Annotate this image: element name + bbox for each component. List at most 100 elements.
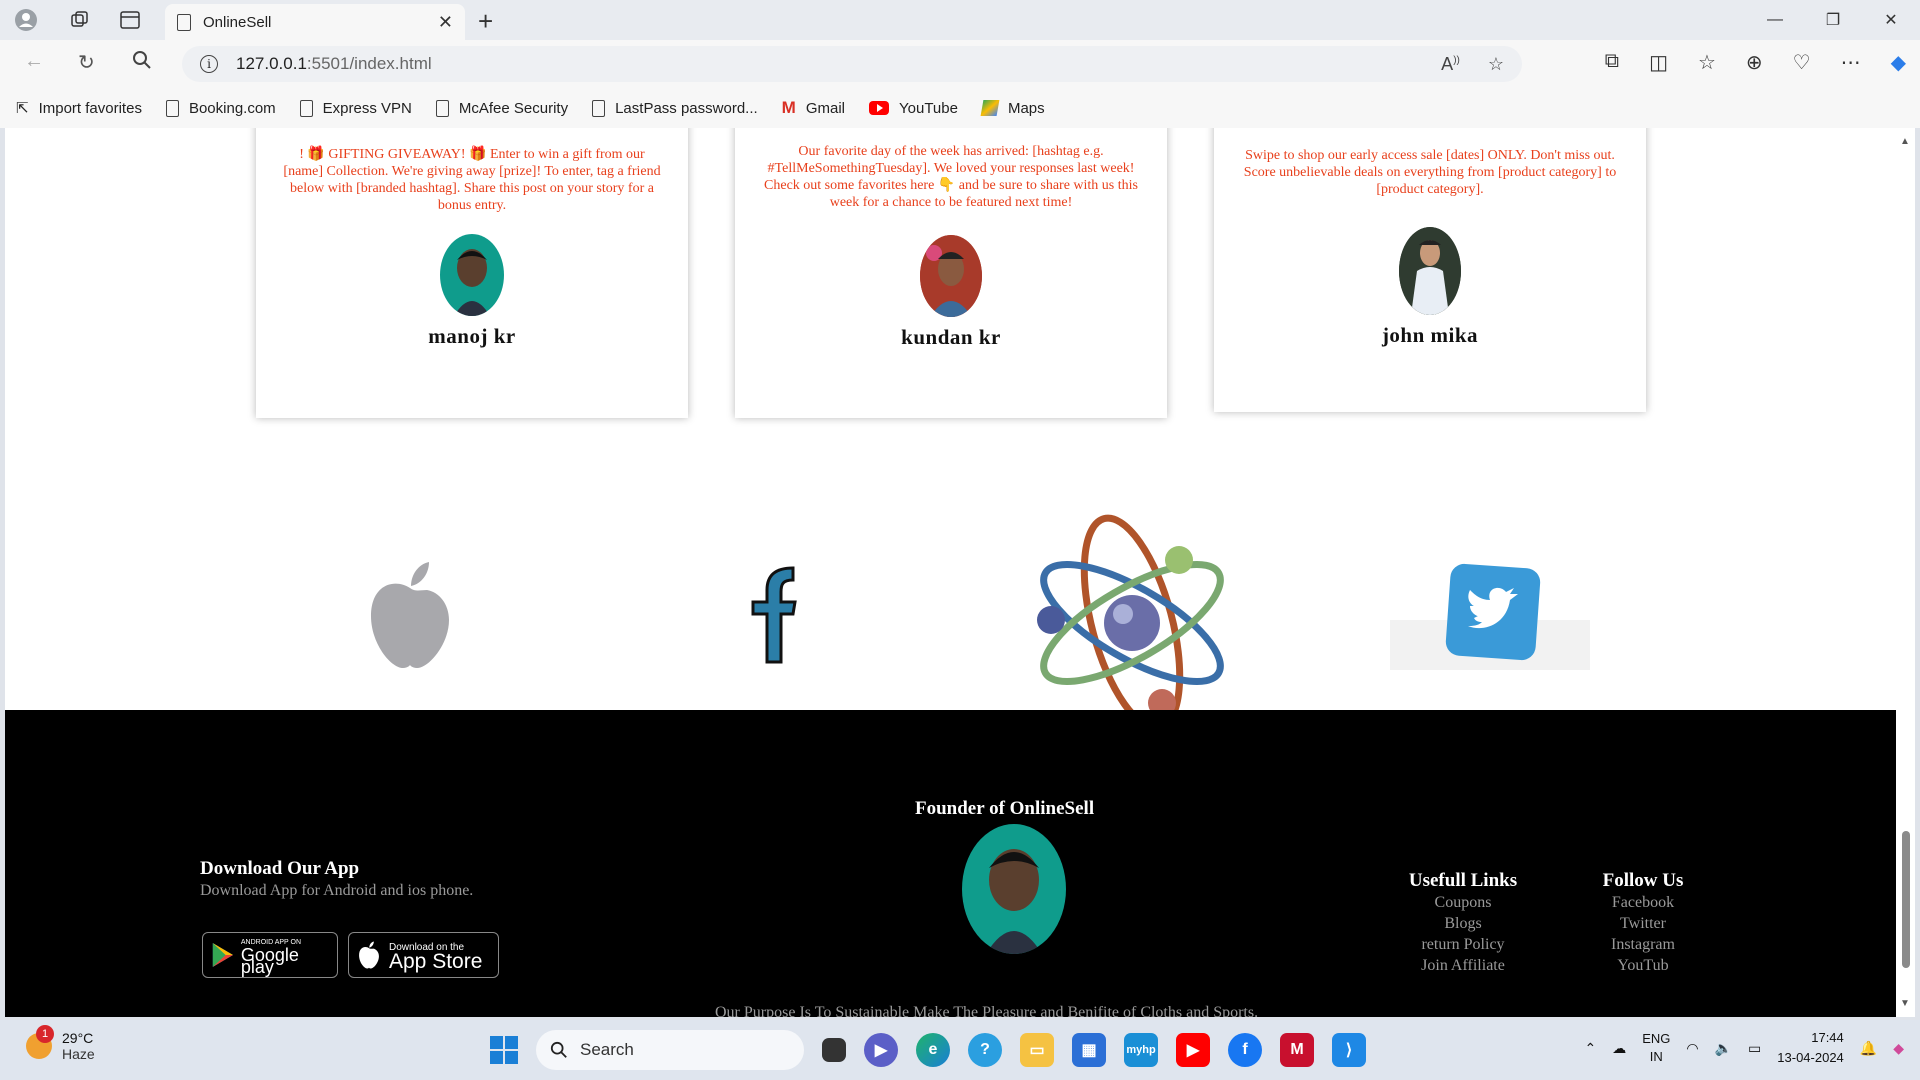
- mcafee-icon[interactable]: M: [1280, 1033, 1314, 1067]
- fav-label: Maps: [1007, 99, 1045, 117]
- chevron-up-icon[interactable]: ⌃: [1584, 1040, 1596, 1057]
- copilot-tray-icon[interactable]: ◆: [1893, 1040, 1904, 1057]
- page-viewport[interactable]: ! 🎁 GIFTING GIVEAWAY! 🎁 Enter to win a g…: [5, 128, 1896, 1017]
- url-host: 127.0.0.1: [236, 54, 307, 73]
- lang-top: ENG: [1642, 1031, 1671, 1046]
- link-twitter[interactable]: Twitter: [1588, 913, 1698, 934]
- avatar: [920, 235, 982, 317]
- fav-mcafee[interactable]: McAfee Security: [435, 99, 569, 117]
- page-scrollbar[interactable]: ▲ ▼: [1896, 128, 1915, 1017]
- link-youtube[interactable]: YouTub: [1588, 955, 1698, 976]
- partner-logos: [5, 468, 1896, 732]
- favorite-star-icon[interactable]: ☆: [1488, 54, 1504, 75]
- app-store-button[interactable]: Download on the App Store: [348, 932, 499, 978]
- link-facebook[interactable]: Facebook: [1588, 892, 1698, 913]
- clock[interactable]: 17:44 13-04-2024: [1777, 1028, 1844, 1068]
- facebook-app-icon[interactable]: f: [1228, 1033, 1262, 1067]
- twitter-logo-icon[interactable]: [1390, 560, 1590, 670]
- fav-label: Booking.com: [188, 99, 276, 117]
- language-indicator[interactable]: ENG IN: [1642, 1030, 1670, 1066]
- address-bar-row: ← ↻ i 127.0.0.1 :5501/index.html A)) ☆ ⧉…: [0, 40, 1920, 88]
- copilot-icon[interactable]: ◆: [1891, 50, 1906, 75]
- profile-icon[interactable]: [6, 0, 46, 40]
- apple-icon: [359, 941, 379, 969]
- close-window-icon[interactable]: ✕: [1862, 0, 1920, 40]
- close-tab-icon[interactable]: ✕: [438, 12, 453, 33]
- fav-youtube[interactable]: YouTube: [869, 100, 958, 117]
- link-return-policy[interactable]: return Policy: [1398, 934, 1528, 955]
- read-aloud-icon[interactable]: A)): [1441, 54, 1460, 75]
- browser-essentials-icon[interactable]: ♡: [1793, 50, 1811, 75]
- file-explorer-icon[interactable]: ▭: [1020, 1033, 1054, 1067]
- fav-maps[interactable]: Maps: [980, 99, 1045, 117]
- link-instagram[interactable]: Instagram: [1588, 934, 1698, 955]
- tab-onlinesell[interactable]: OnlineSell ✕: [165, 4, 465, 40]
- restore-icon[interactable]: ❐: [1804, 0, 1862, 40]
- start-icon[interactable]: [490, 1036, 518, 1064]
- split-screen-icon[interactable]: ◫: [1649, 50, 1668, 75]
- useful-links: Usefull Links Coupons Blogs return Polic…: [1398, 870, 1528, 976]
- site-info-icon[interactable]: i: [200, 55, 218, 73]
- gmail-icon: M: [781, 98, 796, 117]
- minimize-icon[interactable]: —: [1746, 0, 1804, 40]
- favorites-icon[interactable]: ☆: [1698, 50, 1716, 75]
- founder-avatar: [962, 824, 1066, 954]
- youtube-app-icon[interactable]: ▶: [1176, 1033, 1210, 1067]
- atom-logo-icon[interactable]: [1027, 508, 1237, 738]
- search-icon[interactable]: [132, 50, 152, 76]
- fav-label: McAfee Security: [458, 99, 569, 117]
- link-blogs[interactable]: Blogs: [1398, 913, 1528, 934]
- windows-taskbar: 1 29°C Haze Search ▶ e ? ▭ ▦ myhp ▶ f M …: [0, 1020, 1920, 1080]
- scroll-up-icon[interactable]: ▲: [1900, 136, 1910, 147]
- app-subtext: Download App for Android and ios phone.: [200, 882, 474, 899]
- myhp-icon[interactable]: myhp: [1124, 1033, 1158, 1067]
- weather-icon: 1: [26, 1025, 54, 1059]
- link-coupons[interactable]: Coupons: [1398, 892, 1528, 913]
- scroll-thumb[interactable]: [1902, 831, 1910, 968]
- store-icon[interactable]: ▦: [1072, 1033, 1106, 1067]
- fav-import[interactable]: ⇱ Import favorites: [16, 99, 142, 118]
- fav-gmail[interactable]: M Gmail: [782, 98, 845, 118]
- new-tab-icon[interactable]: +: [478, 6, 493, 37]
- url-path: :5501/index.html: [306, 54, 432, 73]
- fav-booking[interactable]: Booking.com: [165, 99, 276, 117]
- weather-temp: 29°C: [62, 1030, 94, 1046]
- task-view-icon[interactable]: [822, 1038, 846, 1062]
- onedrive-icon[interactable]: ☁: [1612, 1040, 1626, 1057]
- url-field[interactable]: i 127.0.0.1 :5501/index.html A)) ☆: [182, 46, 1522, 82]
- google-play-button[interactable]: ANDROID APP ON Google play: [202, 932, 338, 978]
- link-join-affiliate[interactable]: Join Affiliate: [1398, 955, 1528, 976]
- follow-us-heading: Follow Us: [1602, 870, 1684, 891]
- wifi-icon[interactable]: ◠: [1686, 1040, 1698, 1057]
- more-menu-icon[interactable]: ⋯: [1841, 50, 1861, 75]
- testimonial-name: manoj kr: [428, 324, 516, 348]
- notification-bell-icon[interactable]: 🔔: [1860, 1040, 1877, 1057]
- workspaces-icon[interactable]: [60, 0, 100, 40]
- refresh-icon[interactable]: ↻: [78, 50, 95, 75]
- copilot-app-icon[interactable]: ?: [968, 1033, 1002, 1067]
- scroll-down-icon[interactable]: ▼: [1900, 998, 1910, 1009]
- testimonial-text: ! 🎁 GIFTING GIVEAWAY! 🎁 Enter to win a g…: [283, 147, 661, 213]
- volume-icon[interactable]: 🔈: [1715, 1040, 1732, 1057]
- google-play-big: Google play: [240, 945, 299, 977]
- testimonial-text: Swipe to shop our early access sale [dat…: [1243, 148, 1617, 197]
- battery-icon[interactable]: ▭: [1748, 1040, 1761, 1057]
- facebook-logo-icon[interactable]: [745, 564, 801, 664]
- taskbar-search[interactable]: Search: [536, 1030, 804, 1070]
- search-icon: [550, 1041, 567, 1058]
- apple-logo-icon[interactable]: [365, 560, 455, 670]
- fav-lastpass[interactable]: LastPass password...: [592, 99, 758, 117]
- weather-widget[interactable]: 1 29°C Haze: [26, 1025, 95, 1062]
- avatar: [1399, 227, 1461, 315]
- teams-meet-icon[interactable]: ▶: [864, 1033, 898, 1067]
- vertical-tabs-icon[interactable]: [110, 0, 150, 40]
- back-icon[interactable]: ←: [24, 50, 44, 73]
- window-controls: — ❐ ✕: [1746, 0, 1920, 40]
- testimonial-name: kundan kr: [901, 325, 1001, 349]
- youtube-icon: [869, 101, 890, 115]
- edge-icon[interactable]: e: [916, 1033, 950, 1067]
- fav-expressvpn[interactable]: Express VPN: [299, 99, 412, 117]
- extensions-icon[interactable]: ⧉: [1605, 50, 1619, 75]
- vscode-icon[interactable]: ⟩: [1332, 1033, 1366, 1067]
- collections-icon[interactable]: ⊕: [1746, 50, 1763, 75]
